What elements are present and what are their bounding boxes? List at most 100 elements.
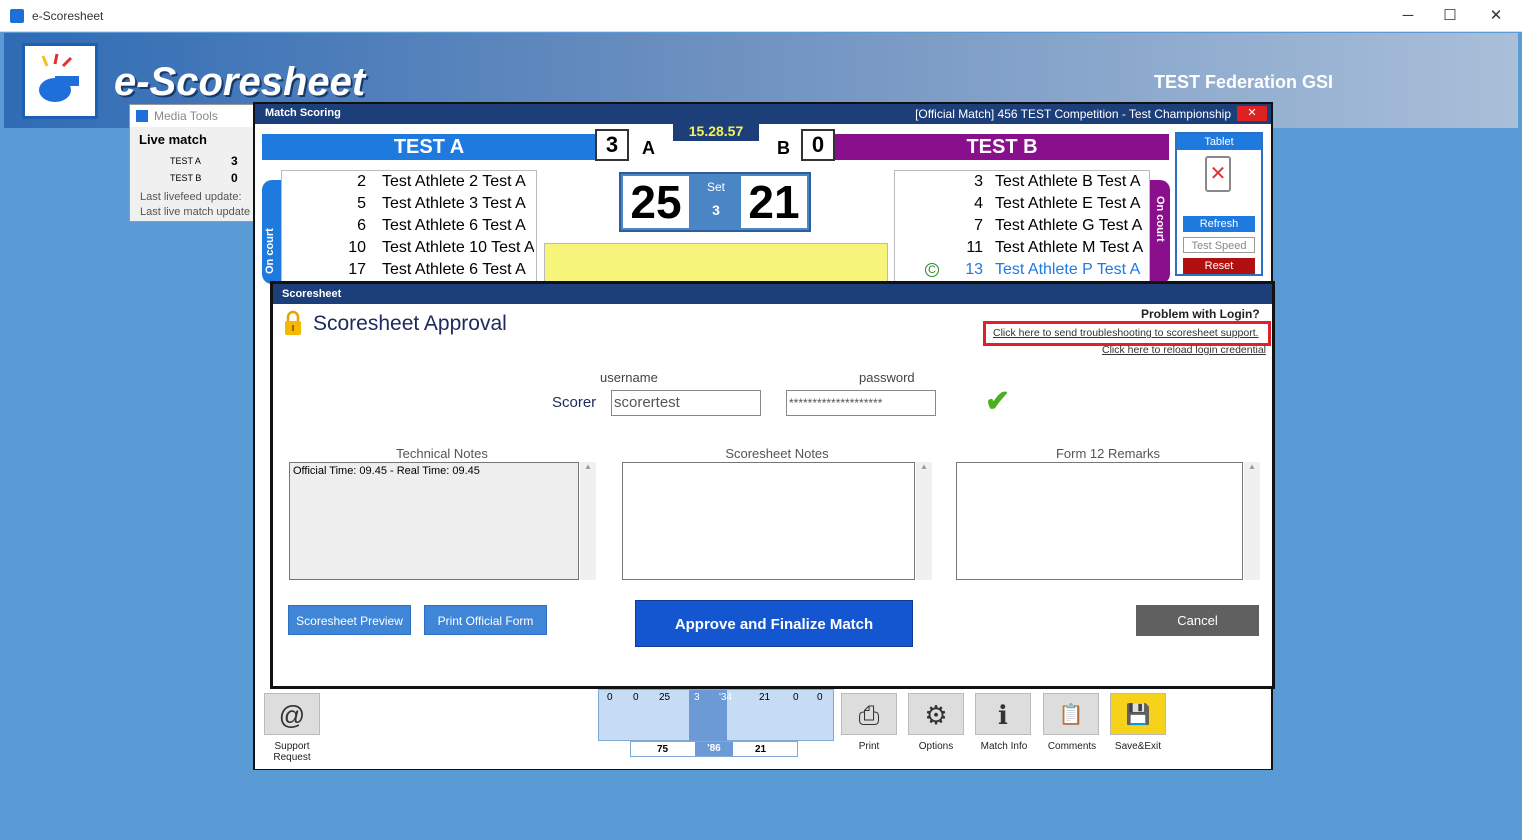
roster-team-a: 2 Test Athlete 2 Test A 5 Test Athlete 3 T… bbox=[281, 170, 537, 284]
set-log-totals: 75 '86 21 bbox=[630, 741, 798, 757]
side-a-label: A bbox=[642, 138, 655, 158]
score-b[interactable]: 21 bbox=[741, 176, 807, 228]
technical-notes-scrollbar[interactable]: ▲ bbox=[580, 462, 596, 580]
maximize-button[interactable]: ☐ bbox=[1440, 6, 1460, 26]
match-clock: 15.28.57 bbox=[673, 121, 759, 141]
list-item[interactable]: 17 Test Athlete 6 Test A bbox=[282, 259, 536, 281]
approve-finalize-button[interactable]: Approve and Finalize Match bbox=[635, 600, 913, 647]
dialog-titlebar: Scoresheet bbox=[273, 284, 1272, 304]
live-score-b: 0 bbox=[231, 171, 238, 185]
player-name: Test Athlete 6 Test A bbox=[382, 261, 526, 278]
player-name: Test Athlete B Test A bbox=[995, 173, 1141, 190]
form12-remarks-field[interactable] bbox=[956, 462, 1243, 580]
team-b-sets: 0 bbox=[801, 129, 835, 161]
scoresheet-preview-button[interactable]: Scoresheet Preview bbox=[288, 605, 411, 635]
technical-notes-field[interactable]: Official Time: 09.45 - Real Time: 09.45 bbox=[289, 462, 579, 580]
minimize-button[interactable]: ─ bbox=[1398, 6, 1418, 26]
tablet-title: Tablet bbox=[1177, 134, 1261, 150]
player-number: 11 bbox=[966, 239, 983, 256]
info-icon[interactable]: ℹ bbox=[975, 693, 1031, 735]
login-problem-label: Problem with Login? bbox=[1141, 307, 1260, 321]
set-number: 3 bbox=[712, 202, 720, 218]
list-item[interactable]: 6 Test Athlete 6 Test A bbox=[282, 215, 536, 237]
gear-icon[interactable]: ⚙ bbox=[908, 693, 964, 735]
list-item[interactable]: 4 Test Athlete E Test A bbox=[895, 193, 1149, 215]
player-number: 4 bbox=[974, 195, 983, 212]
checkmark-icon: ✔ bbox=[985, 385, 1011, 418]
send-troubleshooting-link[interactable]: Click here to send troubleshooting to sc… bbox=[983, 321, 1271, 346]
cancel-button[interactable]: Cancel bbox=[1136, 605, 1259, 636]
list-item[interactable]: 7 Test Athlete G Test A bbox=[895, 215, 1149, 237]
player-number: 6 bbox=[357, 217, 366, 234]
set-log-value: 25 bbox=[659, 692, 671, 703]
set-log-value: 0 bbox=[793, 692, 799, 703]
password-label: password bbox=[859, 370, 915, 385]
options-label: Options bbox=[918, 741, 954, 752]
close-button[interactable]: ✕ bbox=[1486, 6, 1506, 26]
livefeed-label: Last livefeed update: bbox=[140, 191, 242, 203]
printer-icon[interactable]: ⎙ bbox=[841, 693, 897, 735]
window-title: e-Scoresheet bbox=[32, 9, 104, 23]
username-field[interactable]: scorertest bbox=[611, 390, 761, 416]
username-label: username bbox=[600, 370, 658, 385]
set-log-value: 0 bbox=[633, 692, 639, 703]
score-a[interactable]: 25 bbox=[623, 176, 689, 228]
at-icon[interactable]: @ bbox=[264, 693, 320, 735]
team-a-sets: 3 bbox=[595, 129, 629, 161]
lock-icon bbox=[285, 310, 301, 335]
scoresheet-approval-dialog: Scoresheet Scoresheet Approval Problem w… bbox=[270, 281, 1275, 689]
scoresheet-notes-field[interactable] bbox=[622, 462, 915, 580]
match-info-label: Match Info bbox=[980, 741, 1028, 752]
scoresheet-notes-label: Scoresheet Notes bbox=[725, 446, 829, 461]
rally-panel[interactable] bbox=[544, 243, 888, 283]
player-name: Test Athlete M Test A bbox=[995, 239, 1144, 256]
list-item[interactable]: 2 Test Athlete 2 Test A bbox=[282, 171, 536, 193]
side-b-label: B bbox=[777, 138, 790, 158]
comments-label: Comments bbox=[1047, 741, 1097, 752]
live-team-a: TEST A bbox=[170, 156, 201, 166]
save-icon[interactable]: 💾 bbox=[1110, 693, 1166, 735]
reset-button[interactable]: Reset bbox=[1183, 258, 1255, 274]
match-close-button[interactable]: ✕ bbox=[1237, 106, 1267, 121]
player-name: Test Athlete 2 Test A bbox=[382, 173, 526, 190]
whistle-logo-icon bbox=[22, 43, 98, 119]
player-number: 3 bbox=[974, 173, 983, 190]
live-score-a: 3 bbox=[231, 154, 238, 168]
test-speed-button[interactable]: Test Speed bbox=[1183, 237, 1255, 253]
list-item[interactable]: 11 Test Athlete M Test A bbox=[895, 237, 1149, 259]
player-number: 2 bbox=[357, 173, 366, 190]
set-log-value: 3 bbox=[694, 692, 700, 703]
team-b-name: TEST B bbox=[835, 134, 1169, 160]
match-window-title: Match Scoring bbox=[265, 107, 341, 119]
password-field[interactable]: ******************** bbox=[786, 390, 936, 416]
player-number: 5 bbox=[357, 195, 366, 212]
player-name: Test Athlete 10 Test A bbox=[382, 239, 534, 256]
list-item[interactable]: 3 Test Athlete B Test A bbox=[895, 171, 1149, 193]
roster-team-b: 3 Test Athlete B Test A 4 Test Athlete E T… bbox=[894, 170, 1150, 284]
livematch-label: Last live match update bbox=[140, 206, 251, 218]
print-official-form-button[interactable]: Print Official Form bbox=[424, 605, 547, 635]
media-tools-title: Media Tools bbox=[154, 109, 218, 123]
set-label: Set bbox=[706, 180, 725, 194]
set-log-value: 21 bbox=[759, 692, 771, 703]
reload-credentials-link[interactable]: Click here to reload login credential bbox=[1102, 344, 1266, 356]
technical-notes-label: Technical Notes bbox=[396, 446, 488, 461]
clipboard-icon[interactable]: 📋 bbox=[1043, 693, 1099, 735]
match-info-text: [Official Match] 456 TEST Competition - … bbox=[915, 107, 1231, 121]
media-tools-titlebar: Media Tools bbox=[130, 105, 254, 127]
player-number: 13 bbox=[965, 261, 983, 278]
list-item[interactable]: 5 Test Athlete 3 Test A bbox=[282, 193, 536, 215]
team-a-name: TEST A bbox=[262, 134, 596, 160]
form12-remarks-scrollbar[interactable]: ▲ bbox=[1244, 462, 1260, 580]
support-request-label: Support Request bbox=[273, 741, 311, 763]
on-court-label-a: On court bbox=[264, 228, 276, 274]
player-name: Test Athlete G Test A bbox=[995, 217, 1143, 234]
set-log-value: 0 bbox=[607, 692, 613, 703]
tablet-disconnected-icon: ✕ bbox=[1205, 156, 1231, 192]
list-item[interactable]: C 13 Test Athlete P Test A bbox=[895, 259, 1149, 281]
live-match-label: Live match bbox=[139, 132, 207, 147]
refresh-button[interactable]: Refresh bbox=[1183, 216, 1255, 232]
on-court-label-b: On court bbox=[1154, 196, 1166, 242]
list-item[interactable]: 10 Test Athlete 10 Test A bbox=[282, 237, 536, 259]
scoresheet-notes-scrollbar[interactable]: ▲ bbox=[916, 462, 932, 580]
